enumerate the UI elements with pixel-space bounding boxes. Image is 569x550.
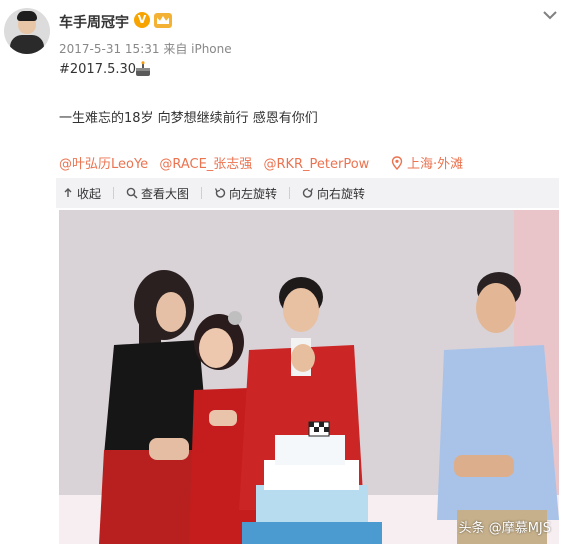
divider — [201, 187, 203, 199]
rotate-right-button[interactable]: 向右旋转 — [302, 185, 365, 202]
verified-icon: V — [134, 12, 150, 28]
collapse-button[interactable]: 收起 — [62, 185, 101, 202]
birthday-photo-image — [59, 210, 559, 544]
post-body: 一生难忘的18岁 向梦想继续前行 感恩有你们 — [59, 111, 318, 126]
post-meta: 2017-5-31 15:31 来自 iPhone — [59, 42, 232, 56]
search-icon — [126, 187, 138, 199]
location-pin-icon — [391, 156, 403, 170]
divider — [113, 187, 115, 199]
rotate-left-button[interactable]: 向左旋转 — [214, 185, 277, 202]
location-label: 上海·外滩 — [407, 157, 464, 172]
mention-link[interactable]: @RACE_张志强 — [159, 157, 252, 172]
crown-icon[interactable] — [154, 13, 172, 28]
watermark: 头条 @摩慕MJS — [458, 521, 551, 536]
avatar[interactable] — [4, 8, 50, 54]
mentions: @叶弘历LeoYe @RACE_张志强 @RKR_PeterPow — [59, 153, 376, 172]
collapse-label: 收起 — [77, 186, 102, 201]
collapse-icon — [64, 188, 72, 197]
image-toolbar: 收起 查看大图 向左旋转 向右旋转 — [56, 178, 559, 208]
view-large-label: 查看大图 — [141, 186, 190, 201]
post-photo[interactable]: 头条 @摩慕MJS — [59, 210, 559, 544]
mention-link[interactable]: @RKR_PeterPow — [263, 157, 369, 172]
location-link[interactable]: 上海·外滩 — [391, 153, 463, 172]
hashtag[interactable]: #2017.5.30 — [59, 62, 136, 77]
cake-emoji-icon — [136, 61, 150, 76]
rotate-left-label: 向左旋转 — [229, 186, 278, 201]
divider — [289, 187, 291, 199]
view-large-button[interactable]: 查看大图 — [126, 185, 189, 202]
rotate-right-icon — [302, 188, 314, 198]
chevron-down-icon[interactable] — [541, 6, 559, 24]
mention-link[interactable]: @叶弘历LeoYe — [59, 157, 148, 172]
username[interactable]: 车手周冠宇 — [59, 12, 129, 32]
rotate-left-icon — [214, 188, 226, 198]
rotate-right-label: 向右旋转 — [317, 186, 366, 201]
